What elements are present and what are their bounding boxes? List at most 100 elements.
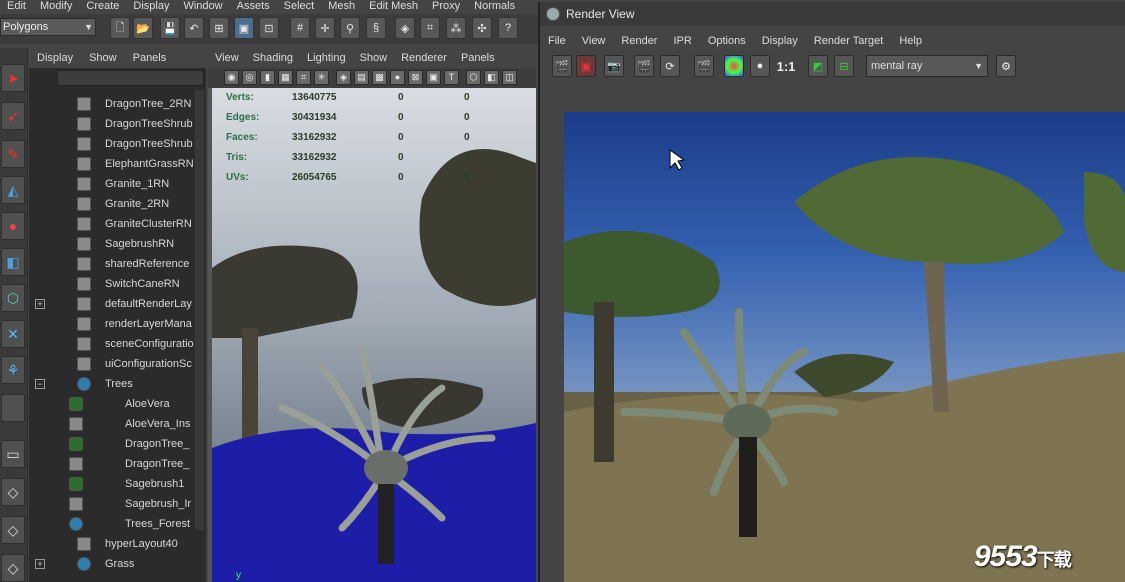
select-object-icon[interactable]: ▣: [234, 17, 254, 39]
outliner-item[interactable]: ElephantGrassRN: [29, 154, 206, 174]
snap-point-icon[interactable]: ⚲: [340, 17, 360, 39]
show-manipulator-icon[interactable]: ⚘: [1, 356, 25, 384]
outliner-item[interactable]: Granite_1RN: [29, 174, 206, 194]
universal-manipulator-icon[interactable]: ⬡: [1, 284, 25, 312]
rgb-channels-icon[interactable]: [724, 55, 744, 77]
outliner-item[interactable]: AloeVera: [29, 394, 206, 414]
grid-icon[interactable]: ⌗: [296, 70, 311, 85]
camera-attributes-icon[interactable]: ◎: [242, 70, 257, 85]
vp-menu-view[interactable]: View: [208, 52, 246, 64]
outliner-item[interactable]: Granite_2RN: [29, 194, 206, 214]
soft-mod-tool-icon[interactable]: ✕: [1, 320, 25, 348]
rv-menu-view[interactable]: View: [574, 35, 614, 47]
vp-menu-shading[interactable]: Shading: [246, 52, 300, 64]
snap-surface-icon[interactable]: §: [366, 17, 386, 39]
menu-create[interactable]: Create: [79, 1, 126, 12]
perspective-viewport[interactable]: View Shading Lighting Show Renderer Pane…: [208, 48, 536, 582]
undo-icon[interactable]: ↶: [184, 17, 204, 39]
paint-select-tool-icon[interactable]: ✎: [1, 140, 25, 168]
outliner-item[interactable]: SagebrushRN: [29, 234, 206, 254]
outliner-item[interactable]: + defaultRenderLay: [29, 294, 206, 314]
expand-toggle-icon[interactable]: −: [35, 379, 45, 389]
menu-assets[interactable]: Assets: [230, 1, 277, 12]
outliner-scrollbar[interactable]: [195, 90, 204, 530]
render-region-icon[interactable]: ▣: [576, 55, 596, 77]
display-channels-icon[interactable]: 🎬: [694, 55, 714, 77]
outliner-item[interactable]: DragonTreeShrub: [29, 134, 206, 154]
rv-menu-ipr[interactable]: IPR: [665, 35, 699, 47]
refresh-ipr-icon[interactable]: ⟳: [660, 55, 680, 77]
outliner-item[interactable]: Trees_Forest: [29, 514, 206, 534]
isolate-icon[interactable]: ⬡: [466, 70, 481, 85]
vp-menu-show[interactable]: Show: [353, 52, 395, 64]
shadows-icon[interactable]: ⊠: [408, 70, 423, 85]
menu-edit-mesh[interactable]: Edit Mesh: [362, 1, 425, 12]
menu-edit[interactable]: Edit: [0, 1, 33, 12]
select-tool-icon[interactable]: ➤: [1, 64, 25, 92]
rv-menu-help[interactable]: Help: [891, 35, 930, 47]
outliner-item[interactable]: sceneConfiguratio: [29, 334, 206, 354]
menu-display[interactable]: Display: [126, 1, 176, 12]
expand-toggle-icon[interactable]: +: [35, 559, 45, 569]
smooth-shade-icon[interactable]: ▤: [354, 70, 369, 85]
rv-menu-render-target[interactable]: Render Target: [806, 35, 892, 47]
vp-menu-panels[interactable]: Panels: [454, 52, 502, 64]
lasso-tool-icon[interactable]: ➶: [1, 102, 25, 130]
remove-image-icon[interactable]: ⊟: [834, 55, 854, 77]
last-tool-icon[interactable]: [1, 394, 25, 422]
render-settings-icon[interactable]: ⚙: [996, 55, 1016, 77]
menu-window[interactable]: Window: [176, 1, 229, 12]
keep-image-icon[interactable]: ◩: [808, 55, 828, 77]
outliner-item[interactable]: sharedReference: [29, 254, 206, 274]
open-scene-icon[interactable]: 📂: [133, 17, 153, 39]
render-frame-icon[interactable]: ⌗: [420, 17, 440, 39]
outliner-item[interactable]: + Grass: [29, 554, 206, 574]
mode-select[interactable]: Polygons ▼: [0, 18, 96, 36]
history-icon[interactable]: ◈: [395, 17, 415, 39]
outliner-item[interactable]: DragonTree_: [29, 454, 206, 474]
bookmark-icon[interactable]: ▮: [260, 70, 275, 85]
move-tool-icon[interactable]: ◭: [1, 176, 25, 204]
select-component-icon[interactable]: ⊡: [259, 17, 279, 39]
outliner-search-field[interactable]: [57, 70, 204, 86]
alpha-channel-icon[interactable]: ●: [750, 55, 770, 77]
save-scene-icon[interactable]: 💾: [160, 17, 180, 39]
scale-tool-icon[interactable]: ◧: [1, 248, 25, 276]
outliner-item[interactable]: SwitchCaneRN: [29, 274, 206, 294]
lights-icon[interactable]: ●: [390, 70, 405, 85]
rv-menu-options[interactable]: Options: [700, 35, 754, 47]
snap-grid-icon[interactable]: #: [290, 17, 310, 39]
outliner-item[interactable]: − Trees: [29, 374, 206, 394]
render-image[interactable]: [564, 112, 1125, 582]
outliner-menu-show[interactable]: Show: [81, 52, 125, 64]
outliner-item[interactable]: DragonTree_: [29, 434, 206, 454]
outliner-item[interactable]: Sagebrush_Ir: [29, 494, 206, 514]
vp-menu-renderer[interactable]: Renderer: [394, 52, 454, 64]
rv-menu-display[interactable]: Display: [754, 35, 806, 47]
outliner-menu-panels[interactable]: Panels: [125, 52, 175, 64]
layout-four-icon[interactable]: ◇: [1, 478, 25, 506]
film-gate-icon[interactable]: ✳: [314, 70, 329, 85]
cube-icon[interactable]: ◧: [484, 70, 499, 85]
layout-outliner-icon[interactable]: ◇: [1, 516, 25, 544]
snapshot-icon[interactable]: 📷: [604, 55, 624, 77]
outliner-item[interactable]: Sagebrush1: [29, 474, 206, 494]
outliner-item[interactable]: GraniteClusterRN: [29, 214, 206, 234]
snap-curve-icon[interactable]: ✛: [315, 17, 335, 39]
outliner-item[interactable]: uiConfigurationSc: [29, 354, 206, 374]
ipr-render-icon[interactable]: ⁂: [446, 17, 466, 39]
vp-menu-lighting[interactable]: Lighting: [300, 52, 353, 64]
outliner-item[interactable]: DragonTreeShrub: [29, 114, 206, 134]
ipr-icon[interactable]: 🎬: [634, 55, 654, 77]
redo-render-icon[interactable]: 🎬: [552, 55, 572, 77]
menu-modify[interactable]: Modify: [33, 1, 79, 12]
menu-normals[interactable]: Normals: [467, 1, 522, 12]
render-view-titlebar[interactable]: Render View: [540, 2, 1125, 26]
rv-menu-file[interactable]: File: [540, 35, 574, 47]
menu-proxy[interactable]: Proxy: [425, 1, 467, 12]
wireframe-icon[interactable]: ◈: [336, 70, 351, 85]
menu-select[interactable]: Select: [277, 1, 322, 12]
rotate-tool-icon[interactable]: ●: [1, 212, 25, 240]
new-scene-icon[interactable]: 🗋: [110, 17, 130, 39]
render-settings-icon[interactable]: ✣: [472, 17, 492, 39]
